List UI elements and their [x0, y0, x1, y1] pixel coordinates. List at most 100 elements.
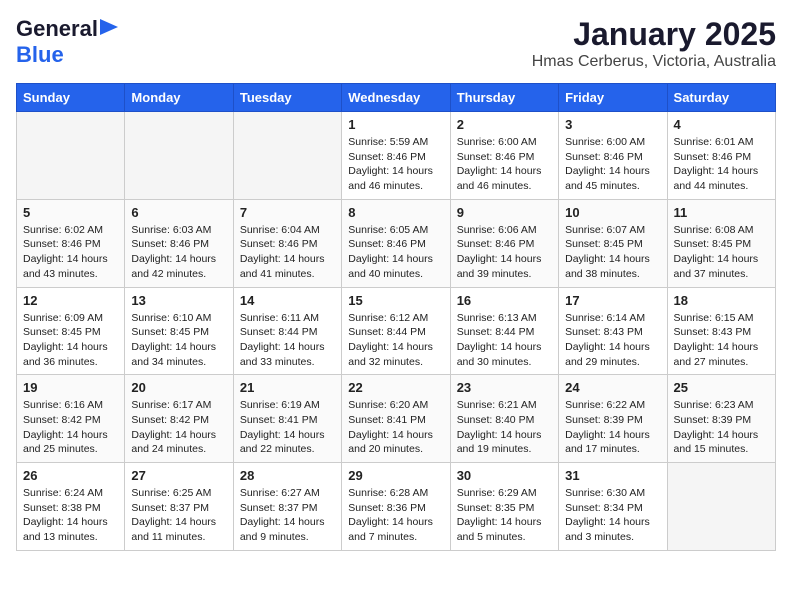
calendar-cell: 24Sunrise: 6:22 AMSunset: 8:39 PMDayligh… [559, 375, 667, 463]
day-number: 23 [457, 380, 552, 395]
day-info: Sunrise: 6:27 AMSunset: 8:37 PMDaylight:… [240, 486, 335, 545]
day-info: Sunrise: 6:23 AMSunset: 8:39 PMDaylight:… [674, 398, 769, 457]
day-number: 10 [565, 205, 660, 220]
day-number: 18 [674, 293, 769, 308]
calendar-cell: 7 Sunrise: 6:04 AMSunset: 8:46 PMDaylight… [233, 199, 341, 287]
day-number: 19 [23, 380, 118, 395]
day-number: 2 [457, 117, 552, 132]
header-sunday: Sunday [17, 84, 125, 112]
calendar-week-row: 5 Sunrise: 6:02 AMSunset: 8:46 PMDaylight… [17, 199, 776, 287]
day-info: Sunrise: 6:12 AMSunset: 8:44 PMDaylight:… [348, 311, 443, 370]
day-number: 12 [23, 293, 118, 308]
day-info: Sunrise: 5:59 AMSunset: 8:46 PMDaylight:… [348, 135, 443, 194]
calendar-cell [233, 112, 341, 200]
header-tuesday: Tuesday [233, 84, 341, 112]
day-info: Sunrise: 6:19 AMSunset: 8:41 PMDaylight:… [240, 398, 335, 457]
day-number: 17 [565, 293, 660, 308]
day-number: 7 [240, 205, 335, 220]
day-info: Sunrise: 6:15 AMSunset: 8:43 PMDaylight:… [674, 311, 769, 370]
day-number: 15 [348, 293, 443, 308]
day-number: 22 [348, 380, 443, 395]
calendar-cell: 15 Sunrise: 6:12 AMSunset: 8:44 PMDayligh… [342, 287, 450, 375]
day-number: 20 [131, 380, 226, 395]
calendar-cell: 16Sunrise: 6:13 AMSunset: 8:44 PMDayligh… [450, 287, 558, 375]
calendar-cell: 10Sunrise: 6:07 AMSunset: 8:45 PMDayligh… [559, 199, 667, 287]
day-number: 29 [348, 468, 443, 483]
day-number: 5 [23, 205, 118, 220]
day-number: 28 [240, 468, 335, 483]
calendar-cell: 21 Sunrise: 6:19 AMSunset: 8:41 PMDayligh… [233, 375, 341, 463]
day-number: 21 [240, 380, 335, 395]
day-info: Sunrise: 6:28 AMSunset: 8:36 PMDaylight:… [348, 486, 443, 545]
calendar-week-row: 1 Sunrise: 5:59 AMSunset: 8:46 PMDaylight… [17, 112, 776, 200]
day-number: 31 [565, 468, 660, 483]
calendar-cell: 26Sunrise: 6:24 AMSunset: 8:38 PMDayligh… [17, 463, 125, 551]
calendar-cell: 30 Sunrise: 6:29 AMSunset: 8:35 PMDayligh… [450, 463, 558, 551]
day-info: Sunrise: 6:22 AMSunset: 8:39 PMDaylight:… [565, 398, 660, 457]
day-number: 30 [457, 468, 552, 483]
calendar-week-row: 12 Sunrise: 6:09 AMSunset: 8:45 PMDayligh… [17, 287, 776, 375]
logo: General Blue [16, 16, 118, 68]
header-friday: Friday [559, 84, 667, 112]
page-title: January 2025 [532, 16, 776, 53]
calendar-cell: 3Sunrise: 6:00 AMSunset: 8:46 PMDaylight… [559, 112, 667, 200]
day-number: 25 [674, 380, 769, 395]
header-wednesday: Wednesday [342, 84, 450, 112]
calendar-cell: 22 Sunrise: 6:20 AMSunset: 8:41 PMDayligh… [342, 375, 450, 463]
day-number: 11 [674, 205, 769, 220]
day-number: 1 [348, 117, 443, 132]
day-number: 26 [23, 468, 118, 483]
calendar-cell: 12 Sunrise: 6:09 AMSunset: 8:45 PMDayligh… [17, 287, 125, 375]
calendar-header-row: SundayMondayTuesdayWednesdayThursdayFrid… [17, 84, 776, 112]
day-number: 4 [674, 117, 769, 132]
day-info: Sunrise: 6:25 AMSunset: 8:37 PMDaylight:… [131, 486, 226, 545]
calendar-cell: 1 Sunrise: 5:59 AMSunset: 8:46 PMDaylight… [342, 112, 450, 200]
day-info: Sunrise: 6:08 AMSunset: 8:45 PMDaylight:… [674, 223, 769, 282]
page-header: General Blue January 2025 Hmas Cerberus,… [16, 16, 776, 71]
day-info: Sunrise: 6:30 AMSunset: 8:34 PMDaylight:… [565, 486, 660, 545]
calendar-cell: 13 Sunrise: 6:10 AMSunset: 8:45 PMDayligh… [125, 287, 233, 375]
day-info: Sunrise: 6:17 AMSunset: 8:42 PMDaylight:… [131, 398, 226, 457]
calendar-table: SundayMondayTuesdayWednesdayThursdayFrid… [16, 83, 776, 551]
day-info: Sunrise: 6:10 AMSunset: 8:45 PMDaylight:… [131, 311, 226, 370]
day-number: 6 [131, 205, 226, 220]
day-info: Sunrise: 6:01 AMSunset: 8:46 PMDaylight:… [674, 135, 769, 194]
calendar-cell: 8Sunrise: 6:05 AMSunset: 8:46 PMDaylight… [342, 199, 450, 287]
logo-general: General [16, 16, 98, 42]
calendar-cell: 11 Sunrise: 6:08 AMSunset: 8:45 PMDayligh… [667, 199, 775, 287]
calendar-cell: 9 Sunrise: 6:06 AMSunset: 8:46 PMDaylight… [450, 199, 558, 287]
day-number: 13 [131, 293, 226, 308]
calendar-cell: 2Sunrise: 6:00 AMSunset: 8:46 PMDaylight… [450, 112, 558, 200]
calendar-cell: 20 Sunrise: 6:17 AMSunset: 8:42 PMDayligh… [125, 375, 233, 463]
calendar-week-row: 26Sunrise: 6:24 AMSunset: 8:38 PMDayligh… [17, 463, 776, 551]
calendar-cell [667, 463, 775, 551]
calendar-cell: 14Sunrise: 6:11 AMSunset: 8:44 PMDayligh… [233, 287, 341, 375]
day-info: Sunrise: 6:04 AMSunset: 8:46 PMDaylight:… [240, 223, 335, 282]
day-info: Sunrise: 6:13 AMSunset: 8:44 PMDaylight:… [457, 311, 552, 370]
day-number: 3 [565, 117, 660, 132]
calendar-cell: 29 Sunrise: 6:28 AMSunset: 8:36 PMDayligh… [342, 463, 450, 551]
day-info: Sunrise: 6:21 AMSunset: 8:40 PMDaylight:… [457, 398, 552, 457]
calendar-cell [17, 112, 125, 200]
day-info: Sunrise: 6:03 AMSunset: 8:46 PMDaylight:… [131, 223, 226, 282]
day-number: 14 [240, 293, 335, 308]
day-info: Sunrise: 6:06 AMSunset: 8:46 PMDaylight:… [457, 223, 552, 282]
day-info: Sunrise: 6:09 AMSunset: 8:45 PMDaylight:… [23, 311, 118, 370]
calendar-cell [125, 112, 233, 200]
calendar-cell: 23 Sunrise: 6:21 AMSunset: 8:40 PMDayligh… [450, 375, 558, 463]
day-info: Sunrise: 6:02 AMSunset: 8:46 PMDaylight:… [23, 223, 118, 282]
header-monday: Monday [125, 84, 233, 112]
calendar-cell: 18 Sunrise: 6:15 AMSunset: 8:43 PMDayligh… [667, 287, 775, 375]
day-info: Sunrise: 6:29 AMSunset: 8:35 PMDaylight:… [457, 486, 552, 545]
logo-blue: Blue [16, 42, 64, 67]
day-number: 27 [131, 468, 226, 483]
calendar-cell: 5 Sunrise: 6:02 AMSunset: 8:46 PMDaylight… [17, 199, 125, 287]
header-saturday: Saturday [667, 84, 775, 112]
day-info: Sunrise: 6:16 AMSunset: 8:42 PMDaylight:… [23, 398, 118, 457]
calendar-cell: 25 Sunrise: 6:23 AMSunset: 8:39 PMDayligh… [667, 375, 775, 463]
calendar-cell: 17Sunrise: 6:14 AMSunset: 8:43 PMDayligh… [559, 287, 667, 375]
day-number: 9 [457, 205, 552, 220]
calendar-cell: 31 Sunrise: 6:30 AMSunset: 8:34 PMDayligh… [559, 463, 667, 551]
day-info: Sunrise: 6:20 AMSunset: 8:41 PMDaylight:… [348, 398, 443, 457]
header-thursday: Thursday [450, 84, 558, 112]
